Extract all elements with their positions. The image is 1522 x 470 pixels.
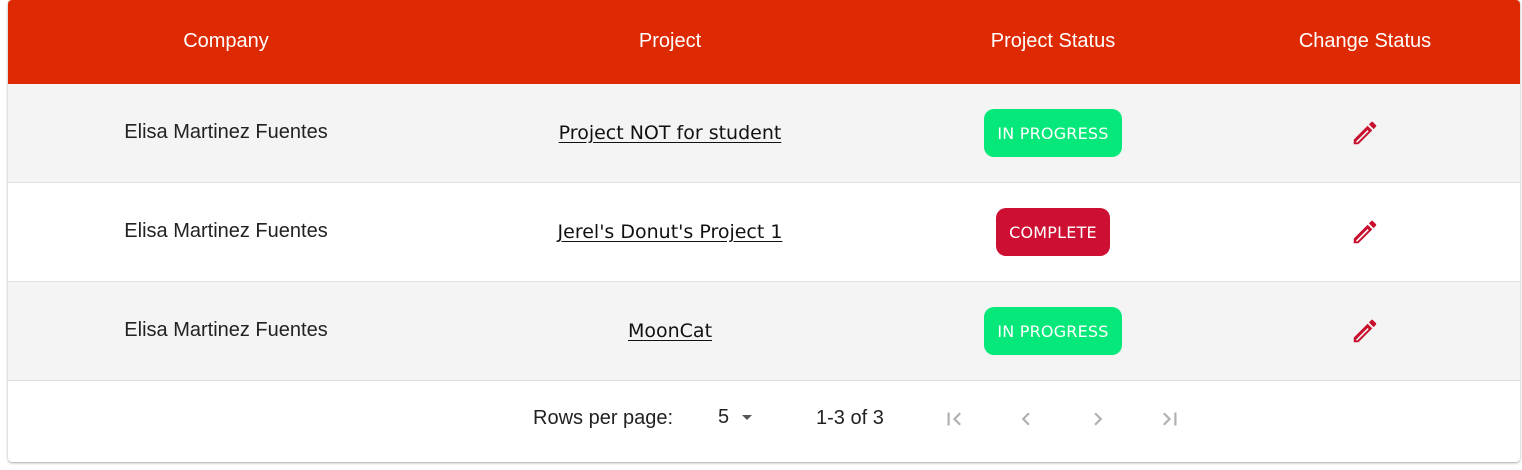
change-status-button[interactable] [1347,115,1383,151]
status-badge: IN PROGRESS [984,109,1122,157]
last-page-button[interactable] [1154,403,1186,435]
first-page-button[interactable] [938,403,970,435]
pencil-icon [1353,220,1377,244]
table-header: Company Project Project Status Change St… [8,0,1520,84]
header-project[interactable]: Project [444,30,896,55]
project-link[interactable]: Jerel's Donut's Project 1 [558,221,783,243]
header-company[interactable]: Company [8,30,444,55]
header-project-status[interactable]: Project Status [896,30,1210,55]
pencil-icon [1353,319,1377,343]
projects-table-card: Company Project Project Status Change St… [8,0,1520,462]
next-page-button[interactable] [1082,403,1114,435]
table-row: Elisa Martinez Fuentes MoonCat IN PROGRE… [8,282,1520,381]
previous-page-icon [1021,412,1030,426]
pagination-bar: Rows per page: 5 1-3 of 3 [8,381,1520,461]
table-row: Elisa Martinez Fuentes Project NOT for s… [8,84,1520,183]
caret-down-icon [742,415,753,420]
rows-per-page-label: Rows per page: [533,407,674,429]
previous-page-button[interactable] [1010,403,1042,435]
next-page-icon [1094,412,1103,426]
company-name: Elisa Martinez Fuentes [124,318,328,341]
first-page-icon [947,412,961,426]
pencil-icon [1353,121,1377,145]
rows-per-page-value: 5 [718,405,730,428]
header-change-status[interactable]: Change Status [1210,30,1520,55]
rows-per-page-select[interactable]: 5 [718,405,759,429]
change-status-button[interactable] [1347,214,1383,250]
company-name: Elisa Martinez Fuentes [124,219,328,242]
project-link[interactable]: Project NOT for student [559,122,782,144]
status-badge: IN PROGRESS [984,307,1122,355]
change-status-button[interactable] [1347,313,1383,349]
pagination-range: 1-3 of 3 [816,407,884,429]
company-name: Elisa Martinez Fuentes [124,120,328,143]
status-badge: COMPLETE [996,208,1110,256]
table-row: Elisa Martinez Fuentes Jerel's Donut's P… [8,183,1520,282]
project-link[interactable]: MoonCat [628,320,712,342]
last-page-icon [1163,412,1177,426]
